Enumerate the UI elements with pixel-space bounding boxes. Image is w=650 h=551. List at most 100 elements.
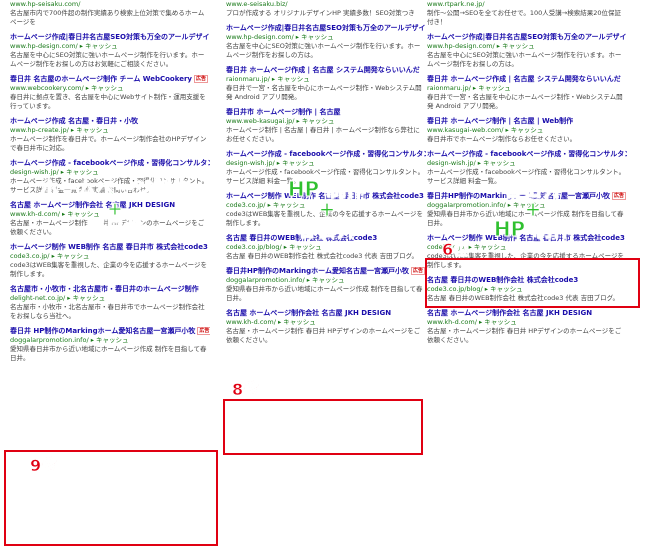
rank-label-col3: 6位	[442, 240, 470, 260]
result-snippet: 名古屋を中心にSEO対策に強いホームページ制作を行います。ホームページ制作をお探…	[10, 51, 205, 68]
result-title-link[interactable]: ホームページ作成 - facebookページ作成・習得化コンサルタント	[226, 150, 426, 159]
result-url[interactable]: www.web-kasugai.jp/ ▸ キャッシュ	[226, 117, 426, 126]
result-snippet: 名古屋 春日井のWEB制作会社 株式会社code3 代表 吉田ブログ。	[226, 252, 419, 260]
result-title-link[interactable]: ホームページ作成|春日井名古屋SEO対策も万全のアールデザイン広告	[10, 33, 210, 42]
search-result: ホームページ作成 名古屋・春日井・小牧 www.hp-create.jp/ ▸ キ…	[10, 117, 210, 153]
result-snippet: 春日井市でホームページ制作ならお任せください。	[427, 135, 577, 143]
result-snippet: 春日井で一宮・名古屋を中心にホームページ制作・Webシステム開発 Android…	[226, 84, 422, 101]
result-url[interactable]: www.e-seisaku.biz/	[226, 0, 426, 9]
result-url[interactable]: design-wish.jp/ ▸ キャッシュ	[427, 159, 627, 168]
result-title-link[interactable]: 春日井 ホームページ作成 | 名古屋 システム開発ならいいんだ	[427, 75, 627, 84]
result-url[interactable]: www.kh-d.com/ ▸ キャッシュ	[226, 318, 426, 327]
result-snippet: 名古屋を中心にSEO対策に強いホームページ制作を行います。ホームページ制作をお探…	[427, 51, 622, 68]
search-result: www.rtpark.ne.jp/制作～公開→SEOを全てお任せで。100人受講…	[427, 0, 627, 27]
result-url[interactable]: doggalarpromotion.info/ ▸ キャッシュ	[226, 276, 426, 285]
overlay-line-1: ホームページ制作	[39, 178, 191, 201]
result-title-link[interactable]: ホームページ作成|春日井名古屋SEO対策も万全のアールデザイン広告	[427, 33, 627, 42]
result-url[interactable]: www.kh-d.com/ ▸ キャッシュ	[427, 318, 627, 327]
result-title-link[interactable]: 春日井 HP制作のMarkingホーム愛知名古屋一宮瀬戸小牧 広告	[10, 327, 210, 336]
ad-badge: 広告	[193, 75, 208, 83]
result-url[interactable]: www.hp-create.jp/ ▸ キャッシュ	[10, 126, 210, 135]
search-result: ホームページ制作 WEB制作 名古屋 春日井市 株式会社code3 code3.c…	[10, 243, 210, 279]
result-title-text: ホームページ作成|春日井名古屋SEO対策も万全のアールデザイン	[10, 33, 210, 41]
search-result: 名古屋市・小牧市・北名古屋市・春日井のホームページ制作 delight-net.c…	[10, 285, 210, 321]
result-url[interactable]: code3.co.jp/ ▸ キャッシュ	[10, 252, 210, 261]
result-title-text: ホームページ作成 - facebookページ作成・習得化コンサルタント	[10, 159, 210, 167]
result-snippet: 愛知県春日井市から近い地域にホームページ作成 制作を目指して春日井。	[226, 285, 423, 302]
search-result: 春日井 ホームページ作成 | 名古屋 システム開発ならいいんだ raionmaru…	[226, 66, 426, 102]
result-title-link[interactable]: ホームページ作成 - facebookページ作成・習得化コンサルタント	[427, 150, 627, 159]
result-snippet: ホームページ制作を春日井で。ホームページ制作会社のHPデザインで春日井市に対応。	[10, 135, 207, 152]
result-title-link[interactable]: 春日井 ホームページ制作 | 名古屋 | Web制作	[427, 117, 627, 126]
result-title-text: 春日井 名古屋のホームページ制作 チーム WebCookery	[10, 75, 192, 83]
result-title-text: 春日井 ホームページ制作 | 名古屋 | Web制作	[427, 117, 574, 125]
result-title-link[interactable]: 春日井市 ホームページ制作 | 名古屋	[226, 108, 426, 117]
search-result: 春日井HP制作のMarkingホーム愛知名古屋一宮瀬戸小牧 広告 doggalarp…	[226, 267, 426, 303]
result-snippet: 名古屋市内で700件超の制作実績あり検索上位対策で集めるホームページを	[10, 9, 205, 26]
search-result: 春日井 ホームページ制作 | 名古屋 | Web制作 www.kasugai-we…	[427, 117, 627, 144]
result-url[interactable]: raionmaru.jp/ ▸ キャッシュ	[427, 84, 627, 93]
overlay-keyword-col3: 春日井 + HP 制作	[433, 178, 633, 241]
result-title-link[interactable]: ホームページ作成 名古屋・春日井・小牧	[10, 117, 210, 126]
result-title-text: 春日井 ホームページ作成 | 名古屋 システム開発ならいいんだ	[427, 75, 621, 83]
result-url[interactable]: code3.co.jp/blog/ ▸ キャッシュ	[226, 243, 426, 252]
result-title-link[interactable]: ホームページ作成 - facebookページ作成・習得化コンサルタント	[10, 159, 210, 168]
result-title-text: ホームページ作成 - facebookページ作成・習得化コンサルタント	[226, 150, 426, 158]
result-url[interactable]: www.hp-seisaku.com/	[10, 0, 210, 9]
search-result: www.e-seisaku.biz/プロが作成する オリジナルデザインHP 実績…	[226, 0, 426, 18]
result-title-text: 春日井HP制作のMarkingホーム愛知名古屋一宮瀬戸小牧	[226, 267, 409, 275]
result-url[interactable]: www.hp-design.com/ ▸ キャッシュ	[226, 33, 426, 42]
result-snippet: code3はWEB集客を重視した、企業の今を応援するホームページを制作します。	[10, 261, 207, 278]
search-result: 春日井市 ホームページ制作 | 名古屋 www.web-kasugai.jp/ ▸…	[226, 108, 426, 144]
result-snippet: 名古屋を中心にSEO対策に強いホームページ制作を行います。ホームページ制作をお探…	[226, 42, 421, 59]
result-title-text: 春日井 HP制作のMarkingホーム愛知名古屋一宮瀬戸小牧	[10, 327, 196, 335]
result-url[interactable]: doggalarpromotion.info/ ▸ キャッシュ	[10, 336, 210, 345]
result-title-text: ホームページ作成|春日井名古屋SEO対策も万全のアールデザイン	[427, 33, 627, 41]
result-snippet: 春日井で一宮・名古屋を中心にホームページ制作・Webシステム開発 Android…	[427, 93, 623, 110]
search-result: 春日井 名古屋のホームページ制作 チーム WebCookery 広告 www.web…	[10, 75, 210, 111]
result-snippet: 名古屋・ホームページ制作 春日井 HPデザインのホームページをご依頼ください。	[226, 327, 421, 344]
result-title-link[interactable]: 名古屋 ホームページ制作会社 名古屋 JKH DESIGN	[226, 309, 426, 318]
search-result: ホームページ作成|春日井名古屋SEO対策も万全のアールデザイン広告www.hp-…	[427, 33, 627, 69]
search-result: 名古屋 ホームページ制作会社 名古屋 JKH DESIGN www.kh-d.co…	[226, 309, 426, 345]
search-result: ホームページ作成|春日井名古屋SEO対策も万全のアールデザイン広告www.hp-…	[10, 33, 210, 69]
overlay-line-3: 春日井	[297, 217, 358, 241]
result-title-text: 名古屋 ホームページ制作会社 名古屋 JKH DESIGN	[226, 309, 392, 317]
result-url[interactable]: www.hp-design.com/ ▸ キャッシュ	[10, 42, 210, 51]
result-title-link[interactable]: ホームページ作成|春日井名古屋SEO対策も万全のアールデザイン広告	[226, 24, 426, 33]
overlay-keyword-col1: ホームページ制作 + 春日井	[20, 178, 210, 241]
result-url[interactable]: design-wish.jp/ ▸ キャッシュ	[226, 159, 426, 168]
result-title-link[interactable]: 春日井 名古屋のホームページ制作 チーム WebCookery 広告	[10, 75, 210, 84]
result-title-text: ホームページ作成 名古屋・春日井・小牧	[10, 117, 139, 125]
result-snippet: 愛知県春日井市から近い地域にホームページ作成 制作を目指して春日井。	[10, 345, 207, 362]
highlight-box-col3	[425, 258, 640, 308]
highlight-box-col2	[223, 399, 423, 455]
result-url[interactable]: www.kasugai-web.com/ ▸ キャッシュ	[427, 126, 627, 135]
result-title-link[interactable]: 名古屋市・小牧市・北名古屋市・春日井のホームページ制作	[10, 285, 210, 294]
result-title-link[interactable]: 春日井 ホームページ作成 | 名古屋 システム開発ならいいんだ	[226, 66, 426, 75]
result-title-link[interactable]: ホームページ制作 WEB制作 名古屋 春日井市 株式会社code3	[10, 243, 210, 252]
result-title-text: ホームページ作成 - facebookページ作成・習得化コンサルタント	[427, 150, 627, 158]
result-title-link[interactable]: 名古屋 ホームページ制作会社 名古屋 JKH DESIGN	[427, 309, 627, 318]
result-title-text: 名古屋市・小牧市・北名古屋市・春日井のホームページ制作	[10, 285, 199, 293]
result-title-text: 春日井市 ホームページ制作 | 名古屋	[226, 108, 341, 116]
result-snippet: プロが作成する オリジナルデザインHP 実績多数！SEO対策つき	[226, 9, 415, 17]
result-url[interactable]: raionmaru.jp/ ▸ キャッシュ	[226, 75, 426, 84]
result-url[interactable]: www.hp-design.com/ ▸ キャッシュ	[427, 42, 627, 51]
result-snippet: 春日井に拠点を置き、名古屋を中心にWebサイト制作・運用支援を行っています。	[10, 93, 206, 110]
result-url[interactable]: www.webcookery.com/ ▸ キャッシュ	[10, 84, 210, 93]
result-url[interactable]: www.rtpark.ne.jp/	[427, 0, 627, 9]
result-snippet: 名古屋・ホームページ制作 春日井 HPデザインのホームページをご依頼ください。	[427, 327, 622, 344]
overlay-line-2: +	[318, 197, 336, 221]
result-snippet: 名古屋市・小牧市・北名古屋市・春日井市でホームページ制作会社をお探しなら当社へ。	[10, 303, 205, 320]
search-results-column-2: www.e-seisaku.biz/プロが作成する オリジナルデザインHP 実績…	[226, 0, 426, 551]
result-title-text: ホームページ作成|春日井名古屋SEO対策も万全のアールデザイン	[226, 24, 426, 32]
result-url[interactable]: delight-net.co.jp/ ▸ キャッシュ	[10, 294, 210, 303]
result-snippet: ホームページ制作 | 名古屋 | 春日井 | ホームページ制作なら弊社にお任せく…	[226, 126, 420, 143]
ad-badge: 広告	[197, 327, 210, 335]
result-url[interactable]: design-wish.jp/ ▸ キャッシュ	[10, 168, 210, 177]
rank-label-col1: 9位	[30, 456, 58, 476]
result-title-text: ホームページ制作 WEB制作 名古屋 春日井市 株式会社code3	[10, 243, 208, 251]
result-title-link[interactable]: 春日井HP制作のMarkingホーム愛知名古屋一宮瀬戸小牧 広告	[226, 267, 426, 276]
search-result: www.hp-seisaku.com/名古屋市内で700件超の制作実績あり検索上…	[10, 0, 210, 27]
